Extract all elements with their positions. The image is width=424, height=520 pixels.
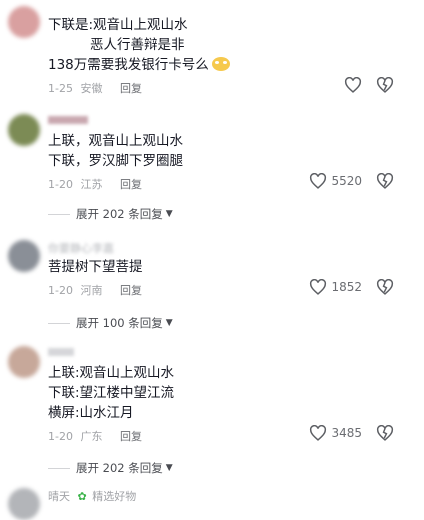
comment-region: 河南 [80, 284, 103, 297]
dislike-button[interactable] [376, 173, 394, 189]
comment-username [48, 116, 88, 124]
comment-badge: 精选好物 [92, 490, 137, 503]
reply-button[interactable]: 回复 [120, 82, 142, 95]
like-count: 3485 [331, 426, 362, 440]
dislike-button[interactable] [376, 425, 394, 441]
like-count: 5520 [331, 174, 362, 188]
comment-text-line: 恶人行善辩是非 [90, 37, 185, 53]
comment-text-line: 上联，观音山上观山水 [48, 133, 183, 149]
like-button[interactable] [344, 77, 362, 93]
like-button[interactable]: 5520 [309, 173, 362, 189]
expand-replies-button[interactable]: 展开 100 条回复 ▼ [48, 315, 173, 331]
broken-heart-icon [376, 425, 394, 441]
comment-item: 上联:观音山上观山水 下联:望江楼中望江流 横屏:山水江月 1-20 广东 回复… [0, 344, 424, 476]
broken-heart-icon [376, 173, 394, 189]
comment-date: 1-20 [48, 430, 73, 443]
divider [48, 213, 70, 215]
comment-text-line: 下联，罗汉脚下罗圈腿 [48, 153, 183, 169]
comment-item: 下联是:观音山上观山水 恶人行善辩是非 138万需要我发银行卡号么 1-25 安… [0, 0, 424, 100]
reply-button[interactable]: 回复 [120, 284, 142, 297]
comment-meta: 1-20 广东 回复 [48, 428, 142, 444]
broken-heart-icon [376, 279, 394, 295]
avatar[interactable] [8, 346, 40, 378]
comment-username: 晴天 [48, 490, 70, 503]
heart-outline-icon [310, 279, 327, 295]
comment-text-line: 菩提树下望菩提 [48, 259, 143, 275]
like-button[interactable]: 3485 [309, 425, 362, 441]
expand-replies-label: 展开 100 条回复 [76, 316, 163, 330]
leaf-icon: ✿ [77, 490, 87, 503]
comment-item: 你要静心李嘉 菩提树下望菩提 1-20 河南 回复 1852 展开 100 条回… [0, 236, 424, 336]
broken-heart-icon [376, 77, 394, 93]
comment-region: 广东 [80, 430, 103, 443]
comment-username: 你要静心李嘉 [48, 242, 114, 255]
comment-region: 江苏 [80, 178, 103, 191]
comment-meta: 1-20 河南 回复 [48, 282, 142, 298]
expand-replies-button[interactable]: 展开 202 条回复 ▼ [48, 460, 173, 476]
chevron-down-icon: ▼ [165, 463, 173, 473]
expand-replies-label: 展开 202 条回复 [76, 207, 163, 221]
grin-emoji-icon [211, 57, 230, 71]
comment-text-line: 上联:观音山上观山水 [48, 365, 175, 381]
heart-outline-icon [310, 173, 327, 189]
chevron-down-icon: ▼ [165, 209, 173, 219]
comment-item: 上联，观音山上观山水 下联，罗汉脚下罗圈腿 1-20 江苏 回复 5520 展开… [0, 110, 424, 222]
like-count: 1852 [331, 280, 362, 294]
comment-date: 1-25 [48, 82, 73, 95]
reply-button[interactable]: 回复 [120, 178, 142, 191]
dislike-button[interactable] [376, 279, 394, 295]
expand-replies-button[interactable]: 展开 202 条回复 ▼ [48, 206, 173, 222]
reply-button[interactable]: 回复 [120, 430, 142, 443]
comment-text-line: 138万需要我发银行卡号么 [48, 56, 230, 74]
avatar[interactable] [8, 240, 40, 272]
expand-replies-label: 展开 202 条回复 [76, 461, 163, 475]
avatar[interactable] [8, 488, 40, 520]
comment-meta: 1-20 江苏 回复 [48, 176, 142, 192]
avatar[interactable] [8, 6, 40, 38]
comment-item: 晴天 ✿ 精选好物 [0, 484, 424, 520]
heart-outline-icon [310, 425, 327, 441]
comment-username [48, 348, 74, 356]
comment-text-line: 下联是:观音山上观山水 [48, 17, 188, 33]
divider [48, 322, 70, 324]
comment-date: 1-20 [48, 284, 73, 297]
chevron-down-icon: ▼ [165, 318, 173, 328]
divider [48, 467, 70, 469]
comment-username-row: 晴天 ✿ 精选好物 [48, 488, 136, 504]
comment-text-line: 横屏:山水江月 [48, 405, 134, 421]
avatar[interactable] [8, 114, 40, 146]
like-button[interactable]: 1852 [309, 279, 362, 295]
comment-date: 1-20 [48, 178, 73, 191]
comment-region: 安徽 [80, 82, 103, 95]
comment-text-line: 下联:望江楼中望江流 [48, 385, 175, 401]
dislike-button[interactable] [376, 77, 394, 93]
comment-text: 138万需要我发银行卡号么 [48, 57, 209, 73]
comment-meta: 1-25 安徽 回复 [48, 80, 142, 96]
heart-outline-icon [344, 77, 362, 93]
